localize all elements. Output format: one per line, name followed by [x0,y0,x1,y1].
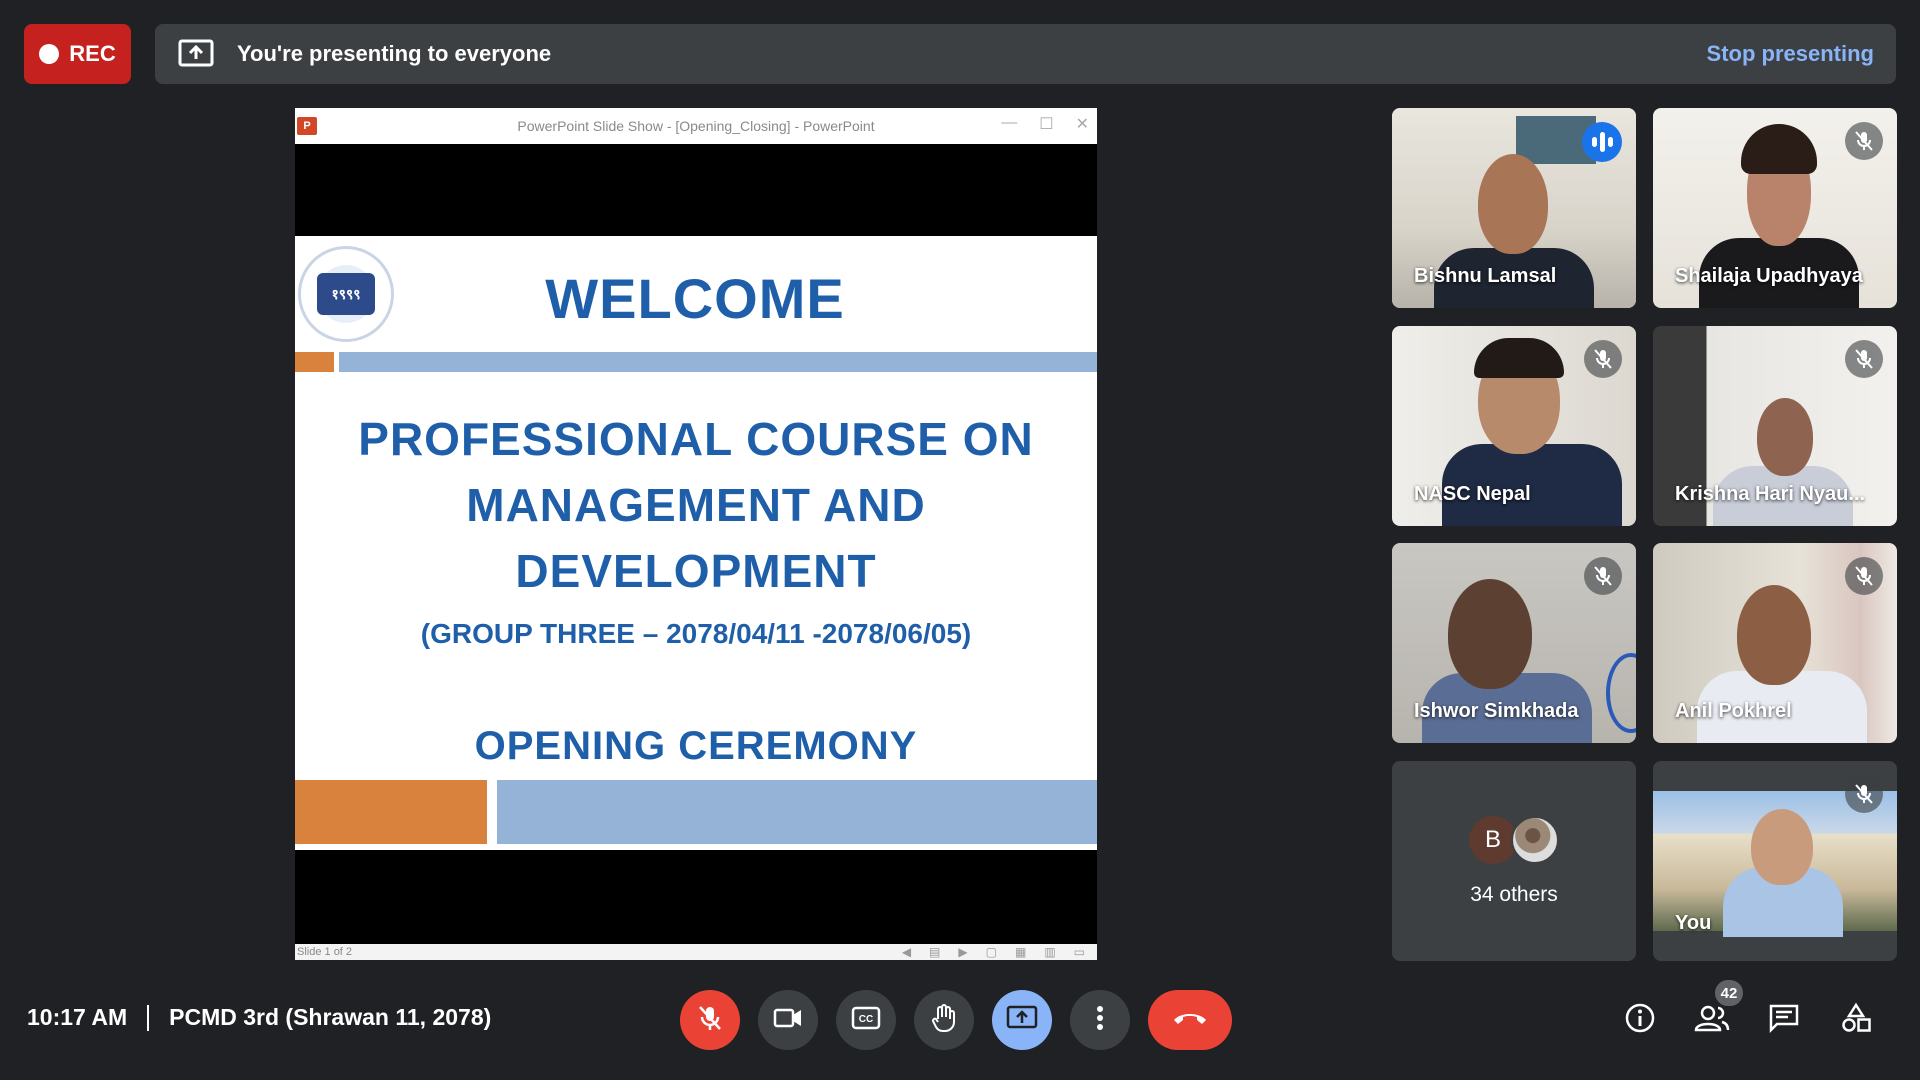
mic-muted-icon [1584,557,1622,595]
avatar: B [1469,816,1517,864]
self-tile[interactable]: You [1653,761,1897,961]
present-screen-icon [177,38,215,70]
slideshow-view-icon[interactable]: ▭ [1074,945,1085,959]
participant-tile[interactable]: Shailaja Upadhyaya [1653,108,1897,308]
slide-course-title: PROFESSIONAL COURSE ON MANAGEMENT AND DE… [335,406,1057,604]
mic-muted-icon [1845,340,1883,378]
slide-canvas: १९९९ WELCOME PROFESSIONAL COURSE ON MANA… [295,236,1097,850]
hang-up-icon [1171,1010,1209,1031]
participant-name: You [1675,912,1712,934]
others-count: 34 others [1470,883,1558,906]
more-options-button[interactable] [1070,990,1130,1050]
leave-call-button[interactable] [1148,990,1232,1050]
participant-name: NASC Nepal [1414,483,1531,505]
mic-muted-icon [1584,340,1622,378]
meeting-info-button[interactable] [1620,1000,1660,1040]
slideshow-titlebar: P PowerPoint Slide Show - [Opening_Closi… [295,108,1097,144]
present-screen-icon [1006,1005,1038,1036]
decor-bar-blue-bottom [497,780,1097,844]
info-icon [1624,1002,1656,1039]
decor-bar-blue-top [339,352,1097,372]
recording-indicator[interactable]: REC [24,24,131,84]
participant-name: Shailaja Upadhyaya [1675,265,1863,287]
meeting-time: 10:17 AM [27,1004,128,1030]
prev-slide-icon[interactable]: ◀ [902,945,911,959]
more-vert-icon [1096,1005,1104,1036]
slide-counter: Slide 1 of 2 [297,946,353,958]
people-icon [1694,1004,1730,1037]
captions-icon: CC [851,1006,881,1035]
mic-muted-icon [1845,122,1883,160]
participant-name: Anil Pokhrel [1675,700,1792,722]
activities-button[interactable] [1836,1000,1876,1040]
maximize-icon[interactable]: ☐ [1039,114,1053,134]
course-line-2: MANAGEMENT AND [466,479,926,531]
slide-ceremony: OPENING CEREMONY [474,724,918,768]
camera-button[interactable] [758,990,818,1050]
people-count-badge: 42 [1713,978,1745,1008]
microphone-button[interactable] [680,990,740,1050]
presenting-text: You're presenting to everyone [237,41,552,66]
recording-label: REC [69,41,116,66]
course-line-1: PROFESSIONAL COURSE ON [358,413,1034,465]
participant-tile[interactable]: Bishnu Lamsal [1392,108,1636,308]
participant-tile[interactable]: Ishwor Simkhada [1392,543,1636,743]
others-tile[interactable]: B 34 others [1392,761,1636,961]
presenting-banner: You're presenting to everyone Stop prese… [155,24,1896,84]
course-line-3: DEVELOPMENT [515,545,877,597]
participant-tile[interactable]: Anil Pokhrel [1653,543,1897,743]
meeting-title: PCMD 3rd (Shrawan 11, 2078) [169,1004,492,1030]
sorter-view-icon[interactable]: ▦ [1015,945,1026,959]
captions-button[interactable]: CC [836,990,896,1050]
close-icon[interactable]: ✕ [1076,114,1089,134]
slideshow-statusbar: Slide 1 of 2 ◀ ▤ ▶ ▢ ▦ ▥ ▭ [295,944,1097,960]
speaking-indicator-icon [1582,122,1622,162]
chat-button[interactable] [1764,1000,1804,1040]
divider [147,1004,150,1031]
record-dot-icon [39,44,60,64]
participant-name: Krishna Hari Nyau... [1675,483,1866,505]
mic-off-icon [697,1004,723,1037]
slideshow-window-title: PowerPoint Slide Show - [Opening_Closing… [517,118,875,134]
reading-view-icon[interactable]: ▥ [1044,945,1055,959]
raise-hand-button[interactable] [914,990,974,1050]
logo-text: १९९९ [317,273,375,315]
notes-icon[interactable]: ▤ [929,945,940,959]
stop-presenting-button[interactable]: Stop presenting [1707,41,1874,67]
avatar [1511,816,1559,864]
hand-icon [930,1003,958,1038]
participant-tile[interactable]: Krishna Hari Nyau... [1653,326,1897,526]
activities-icon [1840,1002,1872,1039]
minimize-icon[interactable]: — [1001,114,1017,134]
participant-name: Bishnu Lamsal [1414,265,1557,287]
svg-text:CC: CC [859,1014,873,1025]
meeting-details: 10:17 AM PCMD 3rd (Shrawan 11, 2078) [27,1004,491,1031]
participant-tile[interactable]: NASC Nepal [1392,326,1636,526]
slide-welcome: WELCOME [545,267,845,330]
decor-bar-orange-top [295,352,334,372]
college-logo: १९९९ [298,246,394,342]
decor-bar-orange-bottom [295,780,487,844]
mic-muted-icon [1845,775,1883,813]
camera-icon [773,1007,803,1034]
presentation-window: P PowerPoint Slide Show - [Opening_Closi… [295,108,1097,960]
slide-group-dates: (GROUP THREE – 2078/04/11 -2078/06/05) [420,618,972,649]
participant-name: Ishwor Simkhada [1414,700,1579,722]
normal-view-icon[interactable]: ▢ [986,945,997,959]
mic-muted-icon [1845,557,1883,595]
next-slide-icon[interactable]: ▶ [958,945,967,959]
present-now-button[interactable] [992,990,1052,1050]
chat-icon [1768,1003,1800,1038]
